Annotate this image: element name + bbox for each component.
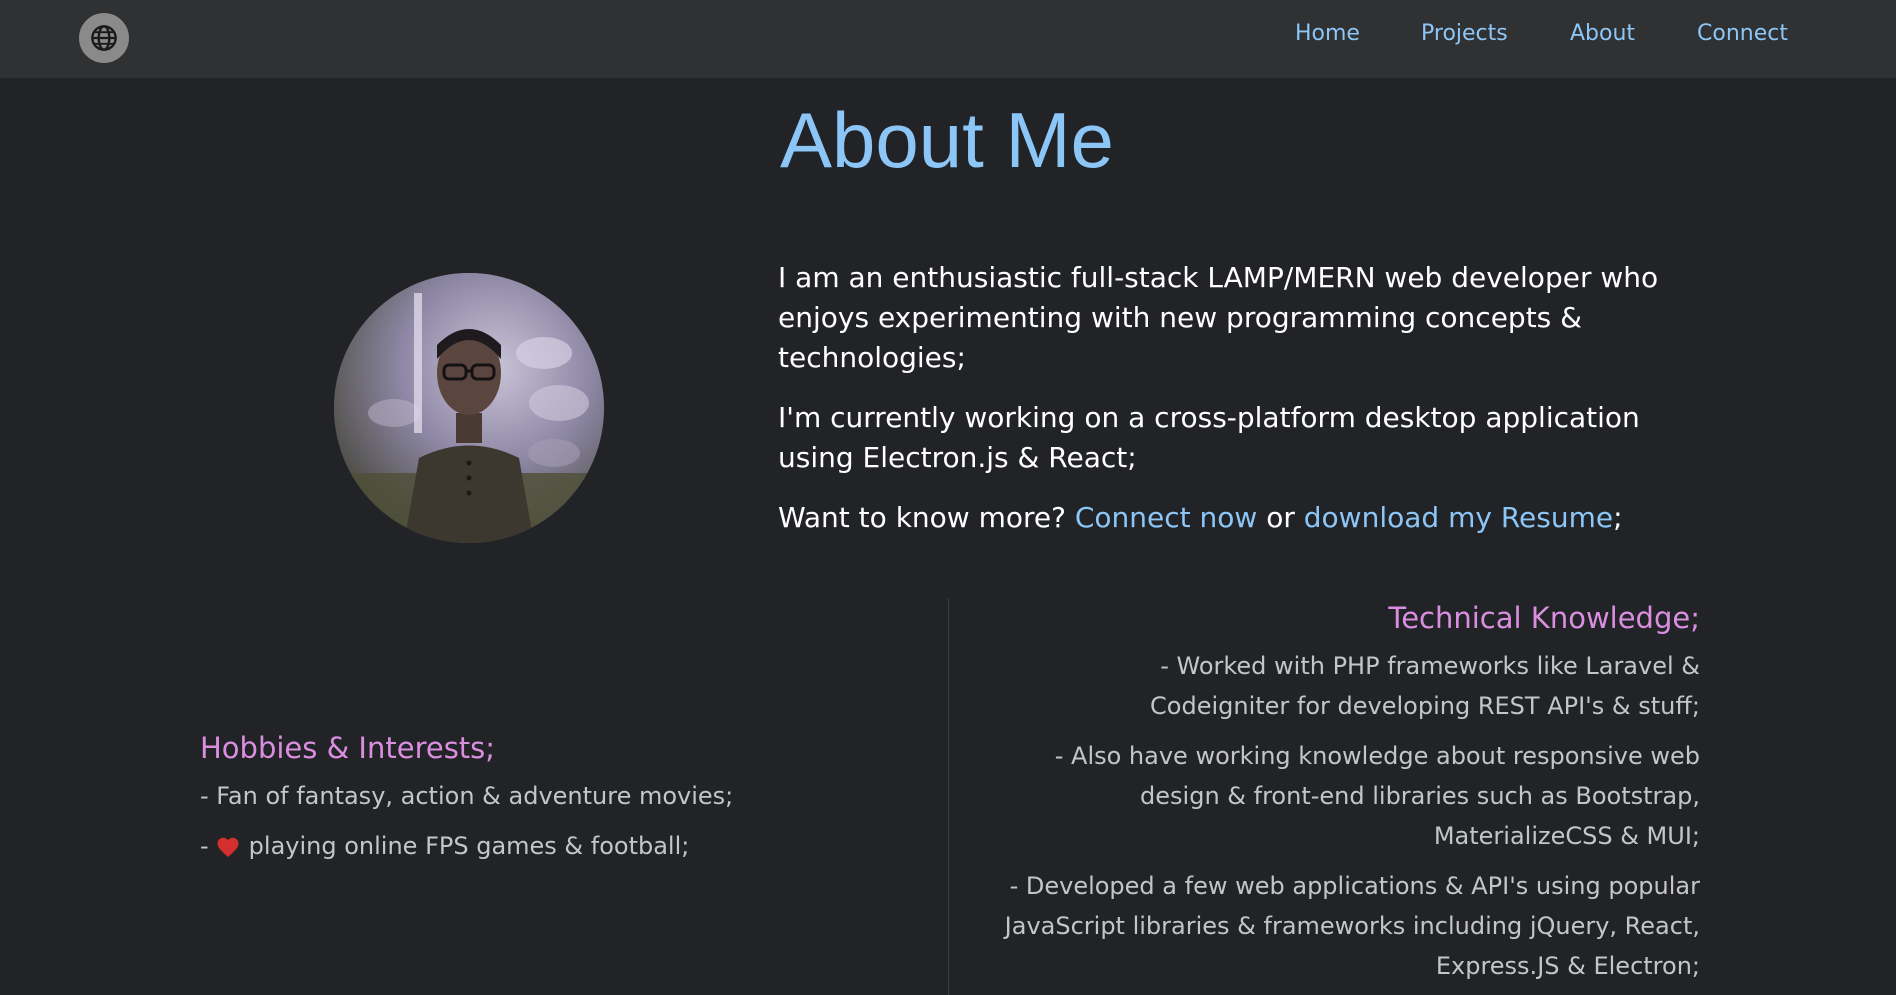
heart-icon xyxy=(217,837,239,857)
profile-photo-illustration xyxy=(334,273,604,543)
page-title: About Me xyxy=(780,96,1114,184)
intro-paragraph-3-prefix: Want to know more? xyxy=(778,501,1075,534)
logo-button[interactable] xyxy=(79,13,129,63)
intro-paragraph-2: I'm currently working on a cross-platfor… xyxy=(778,401,1640,474)
tech-item: - Also have working knowledge about resp… xyxy=(1054,742,1700,850)
hobbies-section: Hobbies & Interests; - Fan of fantasy, a… xyxy=(200,730,900,866)
technical-knowledge-list: - Worked with PHP frameworks like Larave… xyxy=(960,646,1700,986)
technical-knowledge-section: Technical Knowledge; - Worked with PHP f… xyxy=(960,600,1700,986)
globe-icon xyxy=(91,25,117,51)
hobby-item-prefix: - xyxy=(200,832,209,860)
section-divider xyxy=(948,598,949,995)
nav-about-link[interactable]: About xyxy=(1570,21,1635,46)
intro-section: I am an enthusiastic full-stack LAMP/MER… xyxy=(778,258,1718,558)
tech-item: - Developed a few web applications & API… xyxy=(1004,872,1700,980)
connect-now-link[interactable]: Connect now xyxy=(1075,501,1257,534)
nav-projects-link[interactable]: Projects xyxy=(1421,21,1508,46)
nav-connect-link[interactable]: Connect xyxy=(1697,21,1788,46)
download-resume-link[interactable]: download my Resume xyxy=(1304,501,1613,534)
intro-paragraph-3-middle: or xyxy=(1257,501,1304,534)
hobbies-list: - Fan of fantasy, action & adventure mov… xyxy=(200,776,900,866)
hobby-item: - playing online FPS games & football; xyxy=(200,826,900,866)
intro-paragraph-1: I am an enthusiastic full-stack LAMP/MER… xyxy=(778,261,1659,374)
nav-home-link[interactable]: Home xyxy=(1295,21,1360,46)
hobby-item: - Fan of fantasy, action & adventure mov… xyxy=(200,782,734,810)
profile-photo xyxy=(334,273,604,543)
tech-item: - Worked with PHP frameworks like Larave… xyxy=(1150,652,1700,720)
intro-paragraph-3: Want to know more? Connect now or downlo… xyxy=(778,498,1718,538)
navbar: Home Projects About Connect xyxy=(0,0,1896,78)
technical-knowledge-heading: Technical Knowledge; xyxy=(1388,601,1700,635)
hobby-item-text: playing online FPS games & football; xyxy=(248,832,690,860)
intro-paragraph-3-suffix: ; xyxy=(1613,501,1623,534)
hobbies-heading: Hobbies & Interests; xyxy=(200,731,496,765)
